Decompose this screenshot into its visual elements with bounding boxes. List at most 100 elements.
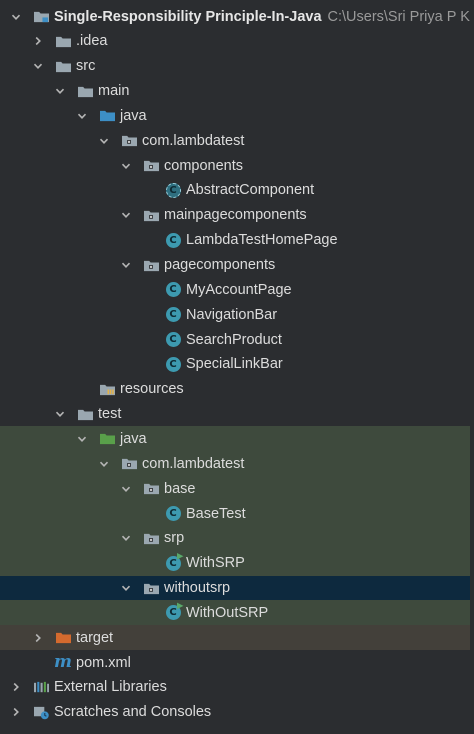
package-icon (120, 132, 138, 150)
tree-row[interactable]: Single-Responsibility Principle-In-Java C… (0, 4, 474, 29)
tree-row[interactable]: resources (0, 377, 474, 402)
package-icon (120, 455, 138, 473)
class-icon: C (164, 331, 182, 349)
tree-row[interactable]: srp (0, 525, 474, 551)
tree-row[interactable]: target (0, 625, 474, 651)
tree-item-label: pom.xml (76, 654, 131, 671)
tree-item-label: target (76, 629, 114, 646)
tree-row[interactable]: pagecomponents (0, 253, 474, 278)
chevron-right-icon[interactable] (31, 34, 45, 48)
chevron-down-icon[interactable] (119, 208, 133, 222)
class-icon: C (164, 231, 182, 249)
tree-item-label: External Libraries (54, 679, 167, 696)
tree-row[interactable]: withoutsrp (0, 575, 474, 601)
tree-row[interactable]: C AbstractComponent (0, 178, 474, 203)
chevron-down-icon[interactable] (53, 84, 67, 98)
tree-row[interactable]: .idea (0, 29, 474, 54)
tree-item-label: com.lambdatest (142, 132, 245, 149)
tree-item-label: BaseTest (186, 505, 246, 522)
chevron-down-icon[interactable] (9, 10, 23, 24)
tree-row[interactable]: com.lambdatest (0, 128, 474, 153)
abstract-class-icon: C (164, 181, 182, 199)
class-icon: C (164, 505, 182, 523)
test-class-icon: C (164, 602, 184, 622)
tree-row[interactable]: C SpecialLinkBar (0, 352, 474, 377)
chevron-right-icon[interactable] (9, 705, 23, 719)
tree-item-label: srp (164, 530, 185, 547)
tree-row[interactable]: test (0, 402, 474, 427)
module-folder-icon (32, 8, 50, 26)
tree-row[interactable]: C NavigationBar (0, 302, 474, 327)
package-icon (142, 157, 160, 175)
tree-row[interactable]: C SearchProduct (0, 327, 474, 352)
chevron-down-icon[interactable] (119, 482, 133, 496)
libraries-icon (32, 678, 50, 696)
tree-row[interactable]: C WithOutSRP (0, 600, 474, 626)
tree-row[interactable]: C BaseTest (0, 501, 474, 526)
source-folder-icon (98, 107, 116, 125)
tree-item-label: withoutsrp (164, 580, 231, 597)
chevron-down-icon[interactable] (31, 59, 45, 73)
tree-row[interactable]: src (0, 54, 474, 79)
tree-item-label: SearchProduct (186, 331, 282, 348)
tree-item-label: SpecialLinkBar (186, 356, 283, 373)
chevron-right-icon[interactable] (31, 631, 45, 645)
chevron-down-icon[interactable] (119, 159, 133, 173)
test-source-folder-icon (98, 430, 116, 448)
chevron-down-icon[interactable] (97, 457, 111, 471)
tree-item-label: NavigationBar (186, 306, 278, 323)
tree-row[interactable]: base (0, 476, 474, 502)
tree-item-label: AbstractComponent (186, 182, 315, 199)
tree-item-label: java (120, 107, 147, 124)
chevron-down-icon[interactable] (53, 407, 67, 421)
tree-row[interactable]: main (0, 79, 474, 104)
tree-row[interactable]: mainpagecomponents (0, 203, 474, 228)
tree-item-label: test (98, 406, 122, 423)
tree-item-label: MyAccountPage (186, 281, 292, 298)
resources-folder-icon (98, 380, 116, 398)
tree-row[interactable]: External Libraries (0, 675, 474, 700)
tree-row[interactable]: C LambdaTestHomePage (0, 228, 474, 253)
tree-item-label: pagecomponents (164, 257, 276, 273)
folder-icon (76, 405, 94, 423)
project-path: C:\Users\Sri Priya P Ku (327, 8, 474, 25)
folder-icon (54, 57, 72, 75)
tree-item-label: base (164, 480, 196, 497)
chevron-down-icon[interactable] (75, 432, 89, 446)
test-class-icon: C (164, 552, 184, 572)
chevron-down-icon[interactable] (119, 581, 133, 595)
tree-row[interactable]: m pom.xml (0, 650, 474, 675)
class-icon: C (164, 355, 182, 373)
package-icon (142, 529, 160, 547)
project-tree: Single-Responsibility Principle-In-Java C… (0, 0, 474, 734)
tree-row[interactable]: java (0, 103, 474, 128)
tree-item-label: WithOutSRP (186, 604, 269, 621)
tree-item-label: mainpagecomponents (164, 207, 307, 224)
tree-item-label: WithSRP (186, 555, 245, 572)
tree-row[interactable]: Scratches and Consoles (0, 700, 474, 725)
package-icon (142, 206, 160, 224)
chevron-down-icon[interactable] (97, 134, 111, 148)
chevron-down-icon[interactable] (119, 258, 133, 272)
tree-row[interactable]: components (0, 153, 474, 178)
tree-row[interactable]: java (0, 426, 474, 452)
chevron-down-icon[interactable] (119, 531, 133, 545)
excluded-folder-icon (54, 629, 72, 647)
folder-icon (54, 32, 72, 50)
tree-item-label: src (76, 58, 96, 75)
tree-item-label: resources (120, 381, 184, 398)
scratches-icon (32, 703, 50, 721)
chevron-right-icon[interactable] (9, 680, 23, 694)
package-icon (142, 256, 160, 274)
class-icon: C (164, 281, 182, 299)
tree-row[interactable]: com.lambdatest (0, 451, 474, 477)
tree-row[interactable]: C WithSRP (0, 550, 474, 576)
package-icon (142, 579, 160, 597)
chevron-down-icon[interactable] (75, 109, 89, 123)
tree-item-label: main (98, 83, 130, 100)
tree-item-label: Single-Responsibility Principle-In-Java C… (54, 9, 474, 25)
package-icon (142, 480, 160, 498)
tree-row[interactable]: C MyAccountPage (0, 277, 474, 302)
tree-item-label: java (120, 430, 147, 447)
scrollbar[interactable] (470, 0, 474, 734)
